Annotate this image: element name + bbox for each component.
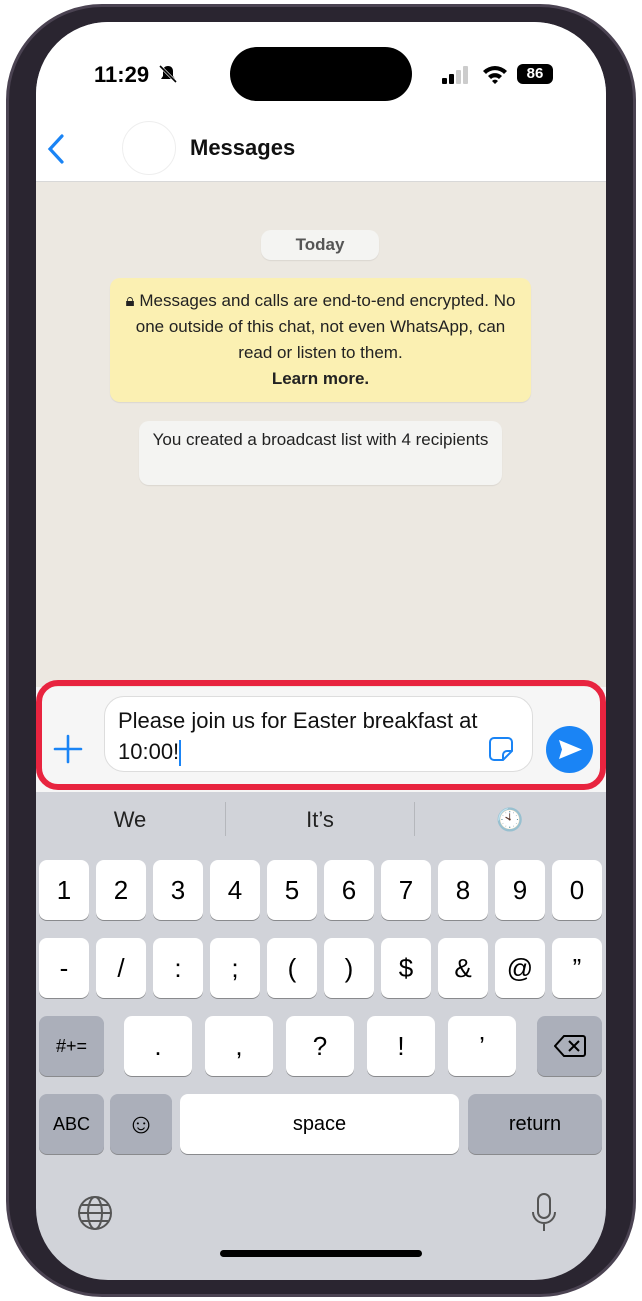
highlight-box (36, 680, 606, 790)
signal-icon (442, 66, 468, 84)
key[interactable]: & (438, 938, 488, 998)
key[interactable]: 7 (381, 860, 431, 920)
bell-slash-icon (158, 64, 178, 84)
key[interactable]: / (96, 938, 146, 998)
space-key[interactable]: space (180, 1094, 459, 1154)
key[interactable]: ” (552, 938, 602, 998)
suggestion-2[interactable]: It’s (245, 807, 395, 833)
key[interactable]: ) (324, 938, 374, 998)
avatar[interactable] (122, 121, 176, 175)
clock-icon: 🕙 (496, 807, 524, 832)
date-badge: Today (261, 230, 379, 260)
system-message: You created a broadcast list with 4 reci… (139, 421, 502, 485)
key[interactable]: 2 (96, 860, 146, 920)
key[interactable]: 9 (495, 860, 545, 920)
key[interactable]: , (205, 1016, 273, 1076)
emoji-key[interactable]: ☺ (110, 1094, 172, 1154)
key[interactable]: $ (381, 938, 431, 998)
key[interactable]: 6 (324, 860, 374, 920)
chevron-left-icon[interactable] (46, 134, 66, 164)
key[interactable]: ! (367, 1016, 435, 1076)
key[interactable]: 3 (153, 860, 203, 920)
key[interactable]: ? (286, 1016, 354, 1076)
suggestion-1[interactable]: We (55, 807, 205, 833)
key[interactable]: 8 (438, 860, 488, 920)
key[interactable]: - (39, 938, 89, 998)
key[interactable]: ( (267, 938, 317, 998)
key[interactable]: 5 (267, 860, 317, 920)
battery-icon: 86 (517, 64, 553, 84)
abc-key[interactable]: ABC (39, 1094, 104, 1154)
key[interactable]: . (124, 1016, 192, 1076)
key[interactable]: : (153, 938, 203, 998)
emoji-icon: ☺ (126, 1108, 156, 1139)
divider (225, 802, 226, 836)
wifi-icon (483, 66, 507, 84)
backspace-icon (553, 1035, 586, 1057)
key[interactable]: 0 (552, 860, 602, 920)
globe-icon[interactable] (76, 1194, 114, 1232)
key[interactable]: ; (210, 938, 260, 998)
home-indicator (220, 1250, 422, 1257)
key[interactable]: @ (495, 938, 545, 998)
screen: 11:29 86 Messages Today 🔒︎ Messages and … (36, 22, 606, 1280)
delete-key[interactable] (537, 1016, 602, 1076)
chat-title[interactable]: Messages (190, 135, 295, 161)
lock-icon: 🔒︎ (125, 291, 140, 310)
return-key[interactable]: return (468, 1094, 602, 1154)
key[interactable]: 1 (39, 860, 89, 920)
dynamic-island (230, 47, 412, 101)
encryption-notice[interactable]: 🔒︎ Messages and calls are end-to-end enc… (110, 278, 531, 402)
microphone-icon[interactable] (530, 1192, 558, 1234)
key[interactable]: 4 (210, 860, 260, 920)
key[interactable]: ’ (448, 1016, 516, 1076)
suggestion-clock-emoji[interactable]: 🕙 (435, 807, 585, 833)
symbols-key[interactable]: #+= (39, 1016, 104, 1076)
status-time: 11:29 (94, 62, 150, 87)
divider (414, 802, 415, 836)
learn-more-link[interactable]: Learn more. (272, 369, 369, 388)
